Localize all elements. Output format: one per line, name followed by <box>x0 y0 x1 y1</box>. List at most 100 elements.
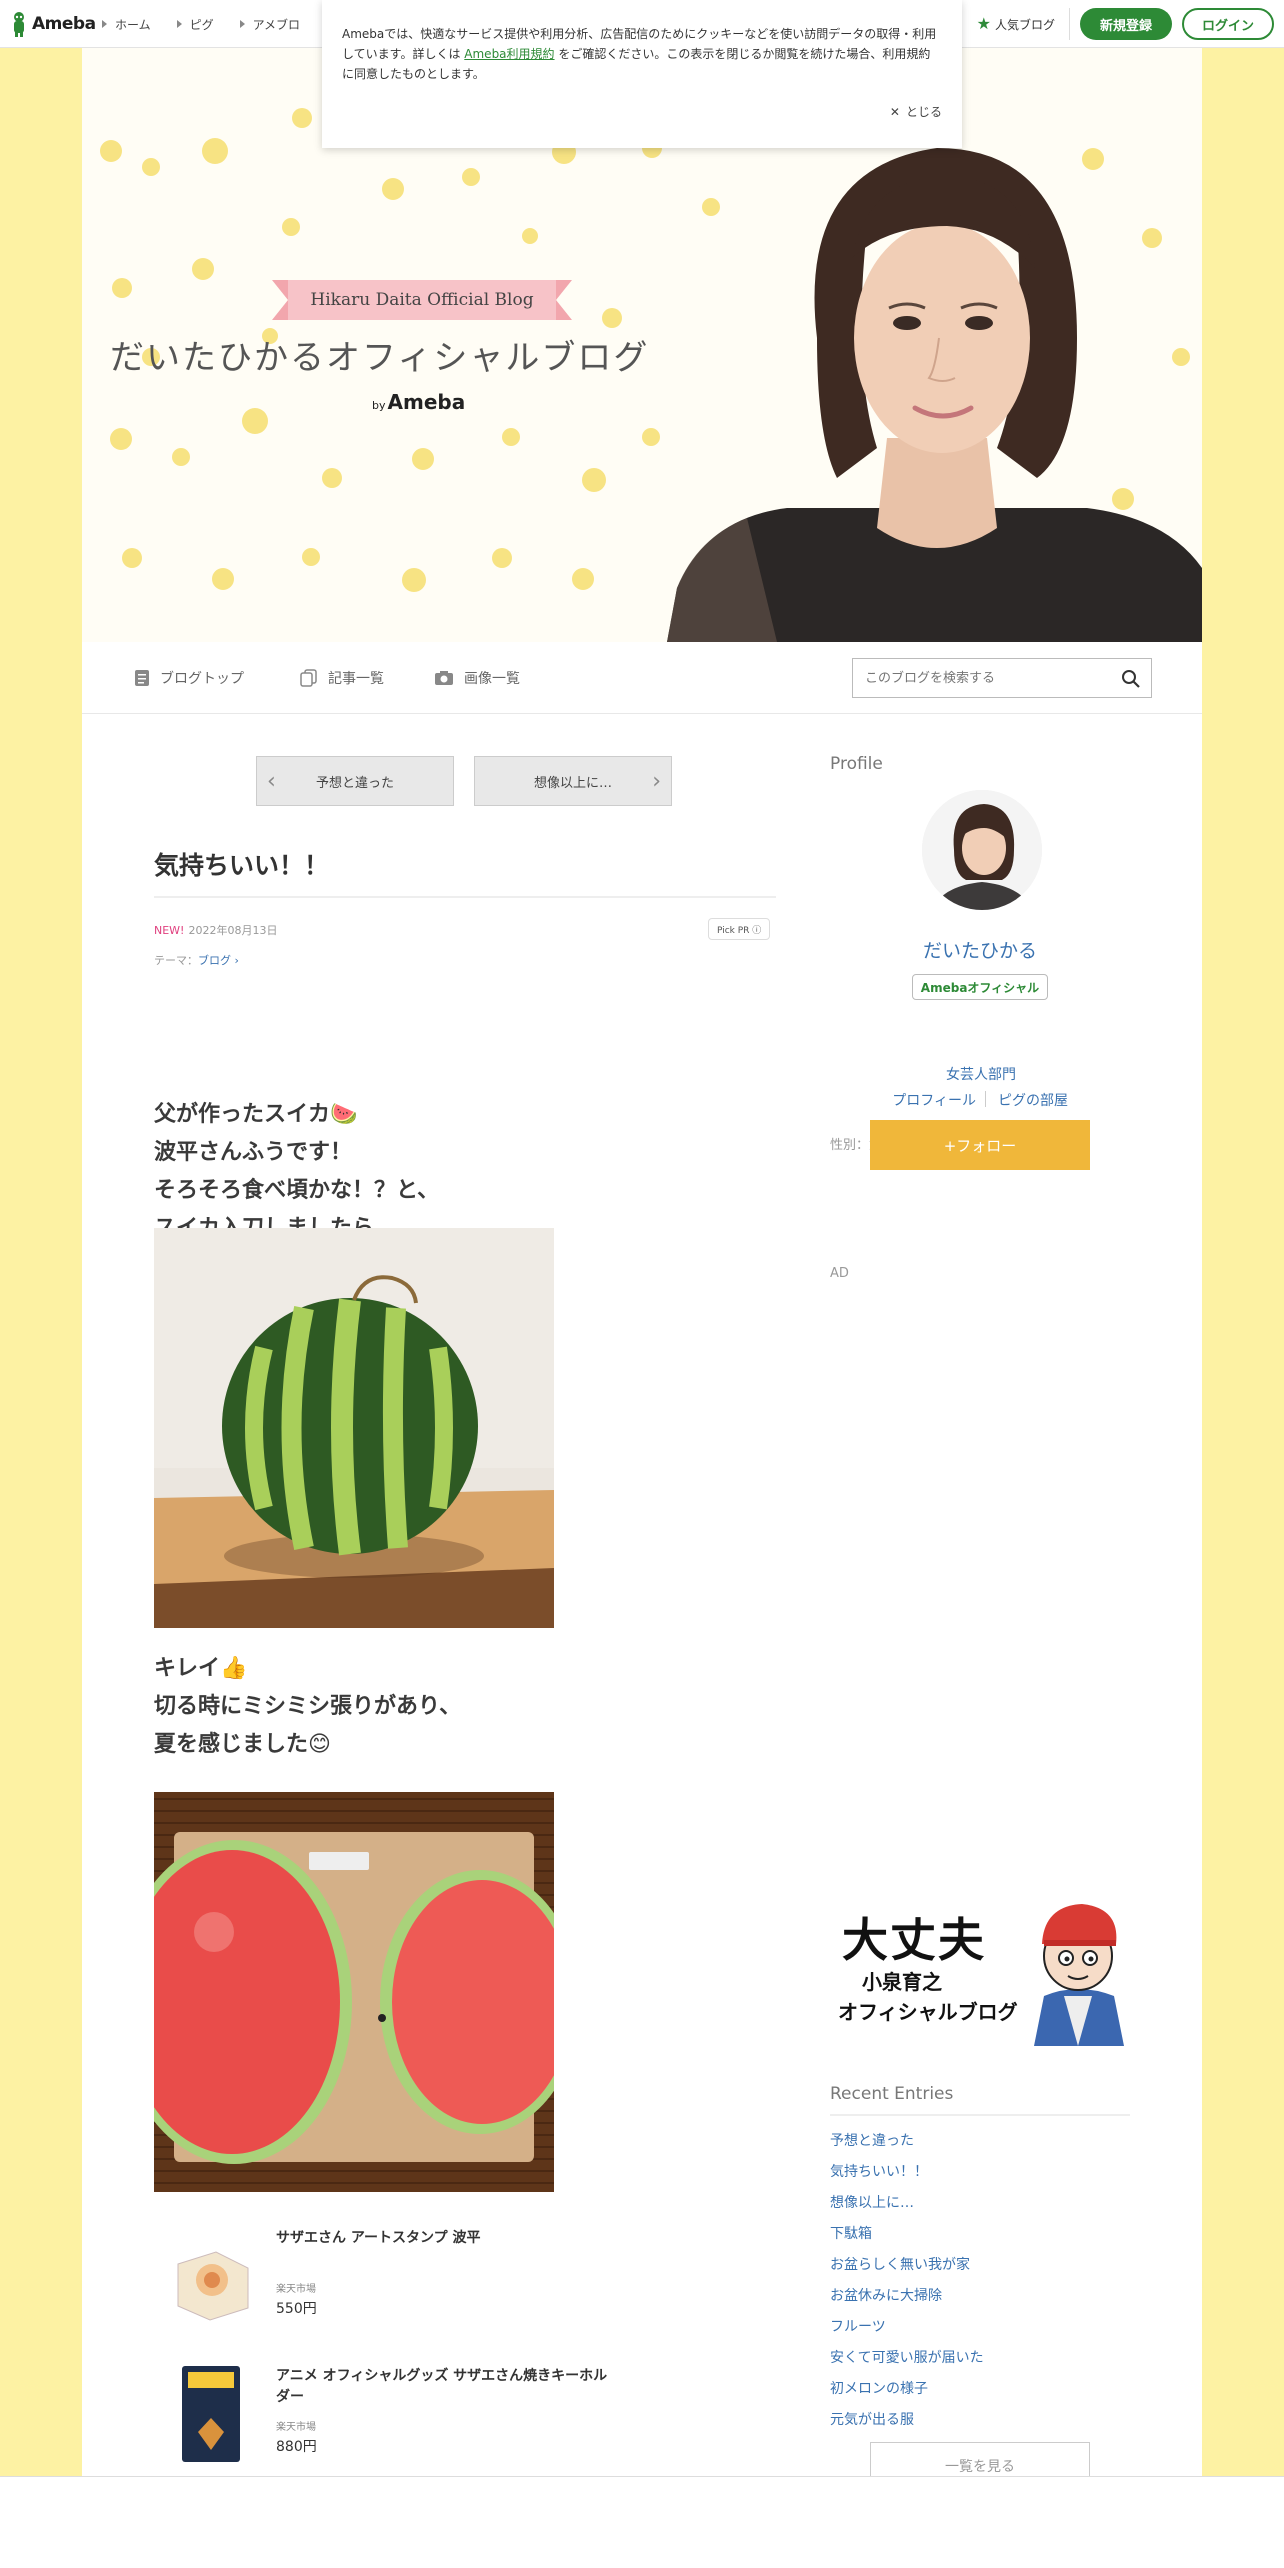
polka-dot <box>522 228 538 244</box>
recent-entry-link[interactable]: 元気が出る服 <box>830 2409 914 2429</box>
polka-dot <box>642 428 660 446</box>
link-separator <box>985 1091 986 1107</box>
recent-entry-link[interactable]: お盆休みに大掃除 <box>830 2285 942 2305</box>
follow-button[interactable]: +フォロー <box>870 1120 1090 1170</box>
signup-button[interactable]: 新規登録 <box>1079 8 1172 40</box>
whole-watermelon-photo[interactable] <box>154 1228 554 1628</box>
product-price: 880円 <box>276 2439 317 2455</box>
product-price: 550円 <box>276 2301 317 2317</box>
recent-entry-link[interactable]: 想像以上に… <box>830 2192 914 2212</box>
profile-link[interactable]: プロフィール <box>892 1090 976 1110</box>
close-icon: ✕ <box>889 105 900 119</box>
theme-label: テーマ： <box>154 954 198 967</box>
entries-list-link[interactable]: 記事一覧 <box>300 668 384 688</box>
product-card[interactable]: サザエさん アートスタンプ 波平 楽天市場 550円 <box>154 2216 774 2336</box>
post-line: 切る時にミシミシ張りがあり、 <box>154 1694 462 1719</box>
cartoon-character-icon <box>1034 1904 1124 2046</box>
ribbon-right-end <box>556 280 572 320</box>
polka-dot <box>302 548 320 566</box>
caret-right-icon <box>102 20 107 28</box>
cookie-close-label: とじる <box>905 105 942 119</box>
ribbon-left-end <box>272 280 288 320</box>
recent-entry-link[interactable]: 初メロンの様子 <box>830 2378 928 2398</box>
entries-list-label: 記事一覧 <box>328 671 384 687</box>
polka-dot <box>122 548 142 568</box>
by-text: by <box>372 399 386 412</box>
polka-dot <box>502 428 520 446</box>
pick-pr-badge[interactable]: Pick PR ⓘ <box>708 918 771 940</box>
ad-label: AD <box>830 1266 849 1281</box>
banner-subtitle: オフィシャルブログ <box>838 2000 1018 2024</box>
nav-amebablog-label: アメブロ <box>252 17 301 32</box>
cut-watermelon-photo[interactable] <box>154 1792 554 2192</box>
ameba-brand: Ameba <box>387 390 466 414</box>
caret-right-icon <box>176 20 182 28</box>
pigg-room-link[interactable]: ピグの部屋 <box>998 1090 1068 1110</box>
recent-entry-link[interactable]: 安くて可愛い服が届いた <box>830 2347 984 2367</box>
post-date: 2022年08月13日 <box>188 924 278 937</box>
polka-dot <box>492 548 512 568</box>
next-entry-button[interactable]: › 想像以上に… <box>474 756 672 806</box>
recent-entry-link[interactable]: 予想と違った <box>830 2130 914 2150</box>
ameba-logo[interactable]: Ameba <box>10 10 96 38</box>
nav-home[interactable]: ホーム <box>102 16 151 33</box>
post-line: キレイ👍 <box>154 1656 248 1681</box>
post-line: そろそろ食べ頃かな！？と、 <box>154 1178 440 1203</box>
category-link[interactable]: 女芸人部門 <box>944 1064 1018 1084</box>
polka-dot <box>412 448 434 470</box>
banner-ad[interactable]: 大丈夫 小泉育之 オフィシャルブログ <box>832 1886 1132 2046</box>
ribbon-text: Hikaru Daita Official Blog <box>288 280 556 320</box>
product-card[interactable]: アニメ オフィシャルグッズ サザエさん焼きキーホルダー 楽天市場 880円 <box>154 2354 774 2474</box>
nav-amebablog[interactable]: アメブロ <box>239 16 301 33</box>
ameba-official-badge: Amebaオフィシャル <box>912 974 1048 1000</box>
ameba-mascot-icon <box>10 11 28 37</box>
ribbon-banner: Hikaru Daita Official Blog <box>272 280 572 320</box>
images-list-link[interactable]: 画像一覧 <box>434 668 520 688</box>
post-line: 夏を感じました😊 <box>154 1732 331 1757</box>
blog-top-link[interactable]: ブログトップ <box>134 668 244 688</box>
product-keyholder-image <box>166 2362 256 2466</box>
profile-avatar[interactable] <box>922 790 1042 910</box>
next-entry-label: 想像以上に… <box>533 775 612 791</box>
polka-dot <box>212 568 234 590</box>
login-button[interactable]: ログイン <box>1181 8 1274 40</box>
cookie-notice: Amebaでは、快適なサービス提供や利用分析、広告配信のためにクッキーなどを使い… <box>322 0 962 148</box>
polka-dot <box>322 468 342 488</box>
blog-search-input[interactable] <box>853 659 1103 697</box>
author-portrait <box>667 148 1202 642</box>
popular-blog-link[interactable]: ★ 人気ブログ <box>977 8 1070 40</box>
recent-entry-link[interactable]: 下駄箱 <box>830 2223 872 2243</box>
images-list-label: 画像一覧 <box>464 671 520 687</box>
profile-heading: Profile <box>830 754 883 774</box>
recent-entries-heading: Recent Entries <box>830 2084 954 2104</box>
product-stamp-image <box>166 2224 256 2328</box>
account-area: ★ 人気ブログ 新規登録 ログイン <box>977 8 1274 40</box>
nav-home-label: ホーム <box>115 17 151 32</box>
post-paragraph-1: 父が作ったスイカ🍉 波平さんふうです！ そろそろ食べ頃かな！？と、 スイカ入刀し… <box>154 1096 439 1248</box>
theme-link[interactable]: ブログ <box>198 954 231 967</box>
blog-top-label: ブログトップ <box>160 671 244 687</box>
polka-dot <box>582 468 606 492</box>
search-icon[interactable] <box>1121 669 1141 689</box>
prev-entry-button[interactable]: ‹ 予想と違った <box>256 756 454 806</box>
recent-entry-link[interactable]: 気持ちいい！！ <box>830 2161 928 2181</box>
recent-entry-link[interactable]: フルーツ <box>830 2316 886 2336</box>
profile-name-link[interactable]: だいたひかる <box>830 936 1130 963</box>
recent-entry-link[interactable]: お盆らしく無い我が家 <box>830 2254 970 2274</box>
polka-dot <box>192 258 214 280</box>
chevron-right-icon: › <box>652 769 661 794</box>
blog-container: Hikaru Daita Official Blog だいたひかるオフィシャルブ… <box>82 48 1202 2568</box>
nav-pigg[interactable]: ピグ <box>176 16 214 33</box>
polka-dot <box>172 448 190 466</box>
document-icon <box>135 670 149 686</box>
blog-title: だいたひかるオフィシャルブログ <box>110 338 650 378</box>
post-paragraph-2: キレイ👍 切る時にミシミシ張りがあり、 夏を感じました😊 <box>154 1650 461 1764</box>
product-name: アニメ オフィシャルグッズ サザエさん焼きキーホルダー <box>276 2368 608 2405</box>
star-icon: ★ <box>976 14 991 33</box>
copy-documents-icon <box>300 669 317 687</box>
prev-entry-label: 予想と違った <box>315 775 394 791</box>
cookie-close-button[interactable]: ✕ とじる <box>890 102 942 122</box>
popular-blog-label: 人気ブログ <box>994 17 1055 32</box>
post-line: 波平さんふうです！ <box>154 1140 353 1165</box>
terms-link[interactable]: Ameba利用規約 <box>464 47 554 61</box>
